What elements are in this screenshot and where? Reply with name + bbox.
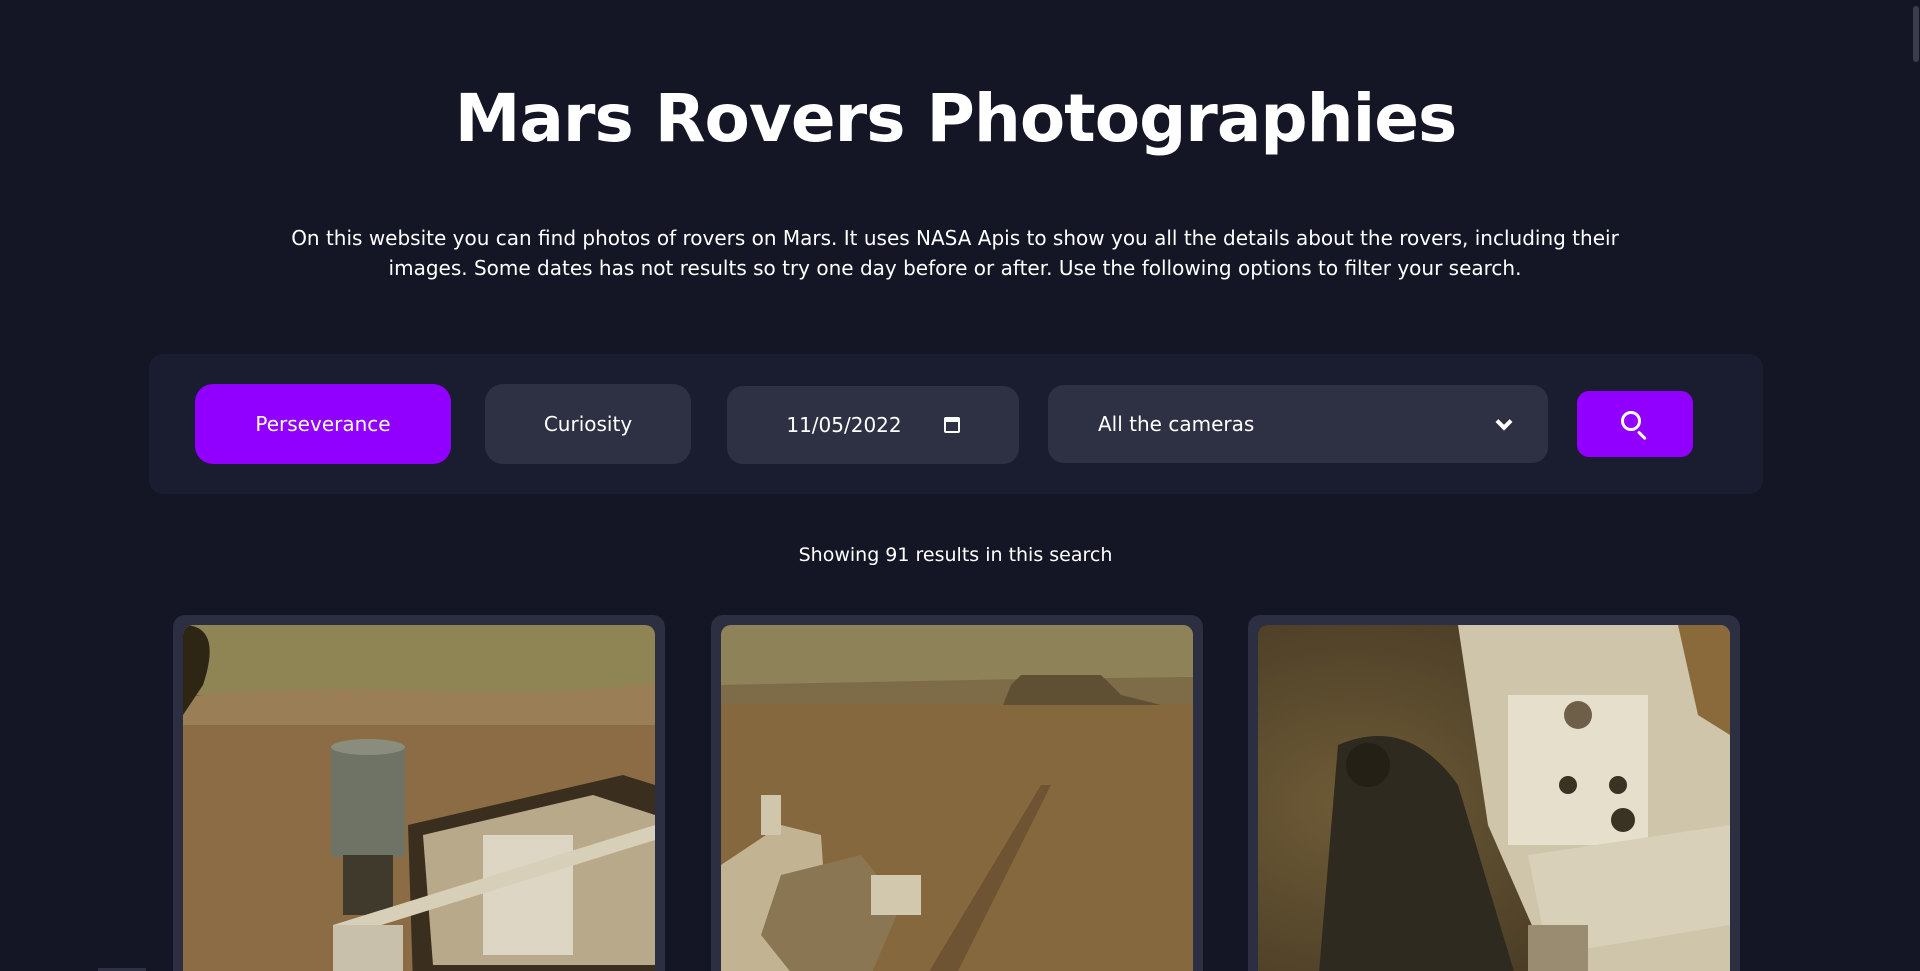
rover-button-curiosity[interactable]: Curiosity <box>485 384 691 464</box>
chevron-down-icon <box>1495 413 1513 431</box>
camera-select[interactable]: All the cameras <box>1048 385 1548 463</box>
rover-photo[interactable] <box>1258 625 1730 971</box>
page-description: On this website you can find photos of r… <box>291 226 1619 280</box>
camera-select-value: All the cameras <box>1098 412 1255 436</box>
photo-card[interactable] <box>711 615 1203 971</box>
scrollbar-thumb[interactable] <box>1913 6 1919 62</box>
photo-card[interactable] <box>1248 615 1740 971</box>
results-summary: Showing 91 results in this search <box>798 544 1113 566</box>
rover-photo[interactable] <box>183 625 655 971</box>
calendar-icon[interactable] <box>943 417 960 433</box>
page-title: Mars Rovers Photographies <box>454 80 1458 157</box>
date-input[interactable]: 11/05/2022 <box>727 386 1019 464</box>
search-icon-handle <box>1636 430 1647 441</box>
page: Mars Rovers Photographies On this websit… <box>0 0 1920 971</box>
rover-photo[interactable] <box>721 625 1193 971</box>
filter-panel: Perseverance Curiosity 11/05/2022 All th… <box>149 354 1763 494</box>
search-button[interactable] <box>1577 391 1693 457</box>
photo-card[interactable] <box>173 615 665 971</box>
vertical-scrollbar[interactable] <box>1911 0 1920 971</box>
date-value: 11/05/2022 <box>786 413 902 437</box>
search-icon <box>1621 411 1641 431</box>
rover-button-perseverance[interactable]: Perseverance <box>195 384 451 464</box>
